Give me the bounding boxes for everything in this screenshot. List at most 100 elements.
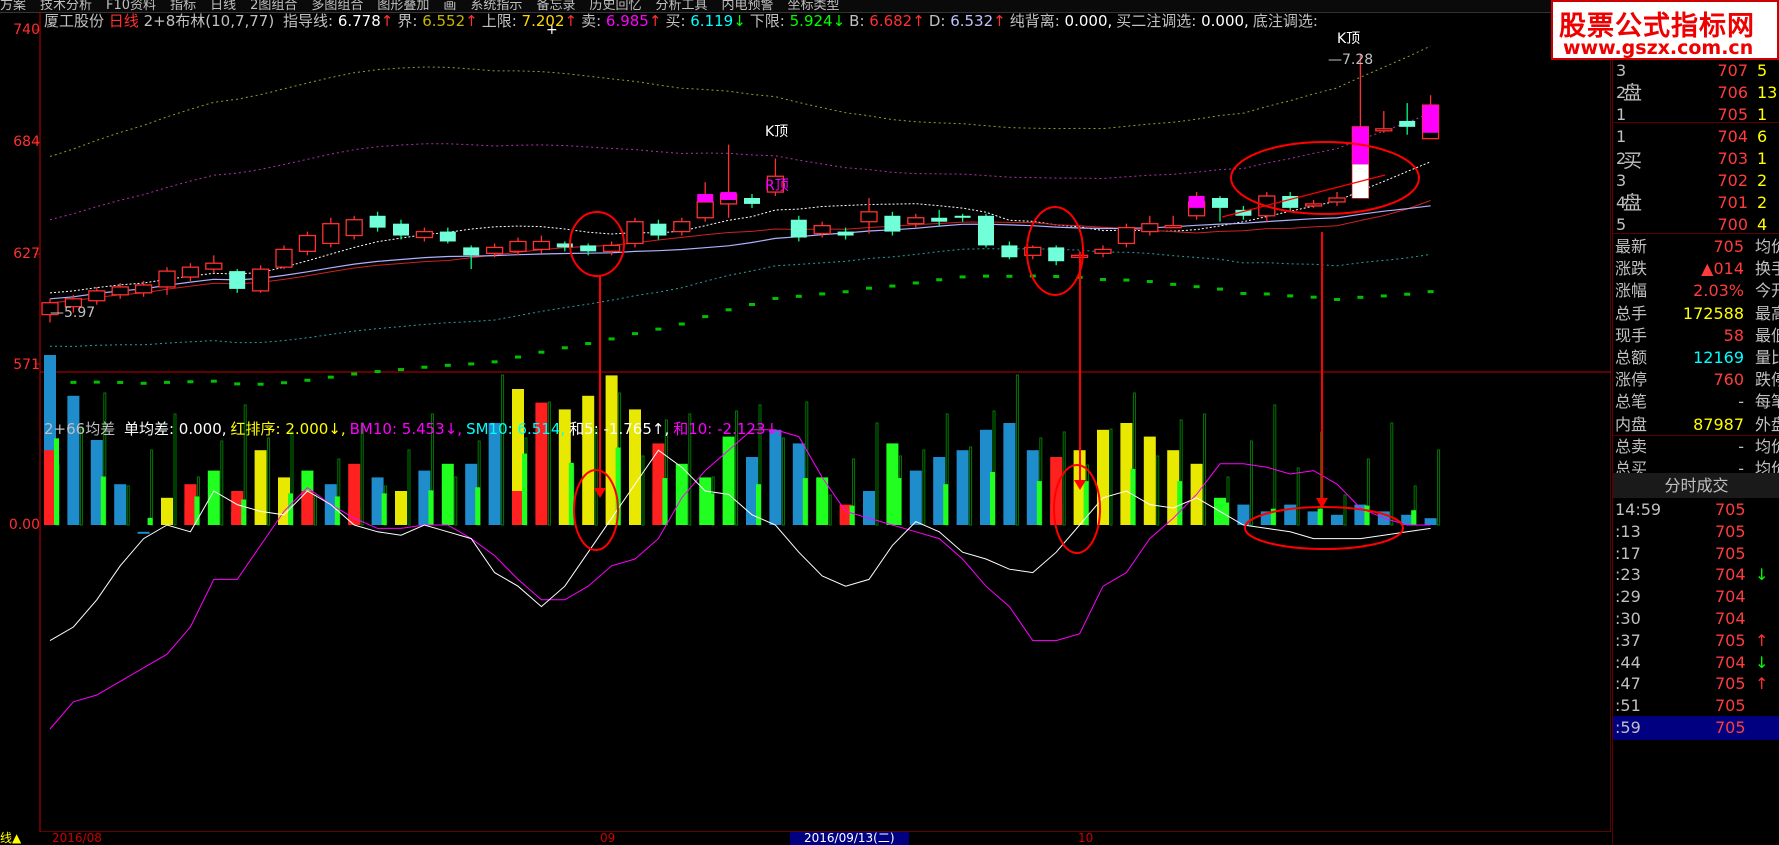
menu-item-12[interactable]: 分析工具 xyxy=(655,0,707,12)
candle xyxy=(1375,111,1393,133)
menu-item-7[interactable]: 图形叠加 xyxy=(377,0,429,12)
lower-band-mark xyxy=(1100,277,1106,281)
osc-thin-bar xyxy=(126,485,130,526)
lower-band-mark xyxy=(936,278,943,282)
osc-thin-bar xyxy=(150,449,154,526)
arrow-annotation-1-head xyxy=(594,488,606,498)
price-tick-740: 740 xyxy=(13,22,40,38)
tick-row[interactable]: :29 704 xyxy=(1613,585,1779,609)
osc-bar xyxy=(137,531,150,534)
lower-band-mark xyxy=(959,275,966,279)
menu-item-1[interactable]: 技术分析 xyxy=(40,0,92,12)
lower-band-mark xyxy=(1123,278,1130,282)
highlight-candle xyxy=(1188,196,1205,208)
lower-band-mark xyxy=(1170,282,1177,286)
candle xyxy=(1212,196,1228,222)
period-label[interactable]: 日线 xyxy=(109,12,139,30)
info-label: D: xyxy=(928,12,946,30)
tick-row[interactable]: :44 704 ↓ xyxy=(1613,651,1779,675)
watermark-logo: 股票公式指标网 www.gszx.com.cn xyxy=(1551,0,1779,60)
osc-bar xyxy=(582,395,595,525)
candle xyxy=(978,213,994,248)
candle xyxy=(275,245,293,270)
osc-green-bar xyxy=(802,478,808,525)
menu-item-4[interactable]: 日线 xyxy=(210,0,236,12)
tick-row[interactable]: :59 705 xyxy=(1613,716,1779,740)
menu-item-10[interactable]: 备忘录 xyxy=(536,0,575,12)
candle xyxy=(744,194,760,208)
left-toggle[interactable]: 线▲ xyxy=(0,832,21,845)
menu-item-14[interactable]: 坐标类型 xyxy=(788,0,840,12)
lower-band-mark xyxy=(304,378,311,382)
lower-band-mark xyxy=(140,381,147,385)
osc-thin-bar xyxy=(267,437,271,526)
osc-thin-bar xyxy=(781,437,785,526)
info-label: 界: xyxy=(397,12,418,30)
osc-thin-bar xyxy=(1203,413,1207,526)
lower-band-mark xyxy=(561,346,568,350)
lower-band-mark xyxy=(187,380,194,384)
info-value: 6.778 xyxy=(333,12,381,30)
tick-row[interactable]: :51 705 xyxy=(1613,694,1779,718)
tick-row[interactable]: :23 704 ↓ xyxy=(1613,563,1779,587)
lower-band-mark xyxy=(468,362,475,366)
lower-band-mark xyxy=(983,274,989,278)
lower-band-mark xyxy=(374,370,381,374)
circle-annotation-1 xyxy=(569,211,625,277)
tick-price: 704 xyxy=(1715,565,1746,585)
tick-time: :44 xyxy=(1615,652,1641,672)
price-tick-684: 684 xyxy=(13,134,40,150)
oscillator-name[interactable]: 2+66均差 xyxy=(44,420,115,438)
osc-item-5: 和10: -2.123↓, xyxy=(673,420,783,438)
menu-item-0[interactable]: 方案 xyxy=(0,0,26,12)
lower-band-mark xyxy=(398,368,404,372)
osc-green-bar xyxy=(568,462,574,525)
tick-row[interactable]: :47 705 ↑ xyxy=(1613,672,1779,696)
tick-row[interactable]: :37 705 ↑ xyxy=(1613,629,1779,653)
menu-item-11[interactable]: 历史回忆 xyxy=(589,0,641,12)
menu-item-8[interactable]: 画 xyxy=(443,0,456,12)
lower-band-mark xyxy=(1334,297,1340,301)
lower-band-mark xyxy=(1240,291,1247,295)
lower-band-mark xyxy=(702,315,709,319)
info-value: 5.924 xyxy=(784,12,833,30)
osc-green-bar xyxy=(1036,481,1042,525)
ticks-title[interactable]: 分时成交 xyxy=(1613,473,1779,498)
osc-item-3: SM10: 6.514, xyxy=(466,420,565,438)
tick-row[interactable]: :30 704 xyxy=(1613,607,1779,631)
menu-item-6[interactable]: 多图组合 xyxy=(311,0,363,12)
tick-row[interactable]: :13 705 xyxy=(1613,520,1779,544)
lower-band-mark xyxy=(608,337,615,341)
info-item-5: 下限: 5.924↓ xyxy=(750,12,845,30)
tick-row[interactable]: 14:59 705 xyxy=(1613,498,1779,522)
info-label: 指导线: xyxy=(283,12,334,30)
info-item-1: 界: 6.552↑ xyxy=(397,12,477,30)
candle xyxy=(298,231,317,256)
candle xyxy=(626,217,644,248)
tick-row[interactable]: :17 705 xyxy=(1613,542,1779,566)
lower-band-mark xyxy=(1380,294,1387,298)
osc-green-bar xyxy=(849,505,855,525)
menu-item-5[interactable]: 2图组合 xyxy=(250,0,297,12)
info-label: 下限: xyxy=(749,12,785,30)
tick-price: 705 xyxy=(1715,500,1746,519)
menu-item-3[interactable]: 指标 xyxy=(170,0,196,12)
price-tick-627: 627 xyxy=(13,246,40,262)
candle xyxy=(884,211,901,236)
info-value: 7.202 xyxy=(516,12,565,30)
menu-item-9[interactable]: 系统指示 xyxy=(470,0,522,12)
menu-item-2[interactable]: F10资料 xyxy=(106,0,156,12)
osc-thin-bar xyxy=(360,422,364,526)
osc-thin-bar xyxy=(454,476,458,526)
k-top-label-2: K顶 xyxy=(1337,31,1360,47)
highlight-candle xyxy=(697,194,714,202)
lower-band-mark xyxy=(515,355,521,359)
indicator-name[interactable]: 2+8布林(10,7,77) xyxy=(144,12,275,30)
osc-red-bar xyxy=(348,508,361,525)
lower-band-mark xyxy=(795,294,802,298)
menu-item-13[interactable]: 内电预警 xyxy=(721,0,773,12)
osc-bar xyxy=(675,463,688,525)
tick-time: :47 xyxy=(1615,674,1641,694)
candle xyxy=(88,286,106,305)
tick-price: 704 xyxy=(1715,652,1746,672)
